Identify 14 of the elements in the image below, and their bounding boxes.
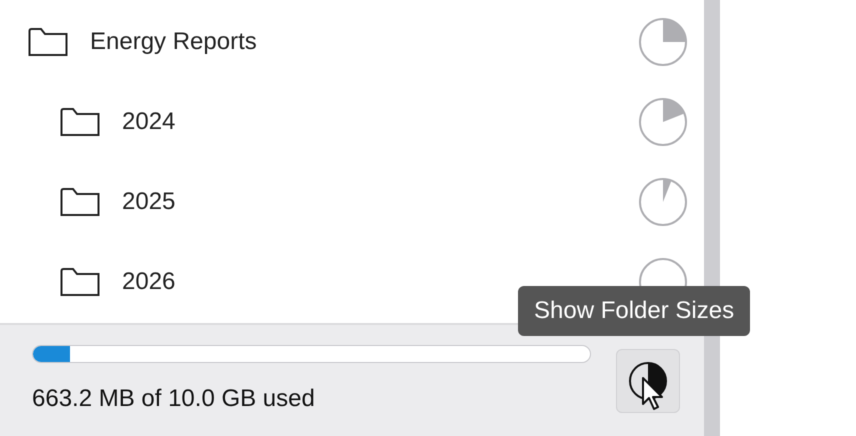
folder-sizes-button[interactable] xyxy=(616,348,680,412)
storage-usage-text: 663.2 MB of 10.0 GB used xyxy=(32,384,316,414)
folder-name[interactable]: Energy Reports xyxy=(90,24,638,60)
pie-chart-icon xyxy=(638,97,688,147)
folder-icon xyxy=(60,107,100,137)
folder-icon xyxy=(60,267,100,297)
folder-name[interactable]: 2025 xyxy=(122,184,638,220)
pie-chart-icon xyxy=(638,257,688,286)
pie-chart-icon xyxy=(638,177,688,227)
pie-chart-icon xyxy=(638,17,688,67)
folder-name[interactable]: 2024 xyxy=(122,104,638,140)
tooltip: Show Folder Sizes xyxy=(518,286,750,336)
folder-icon xyxy=(60,187,100,217)
folder-icon xyxy=(28,27,68,57)
